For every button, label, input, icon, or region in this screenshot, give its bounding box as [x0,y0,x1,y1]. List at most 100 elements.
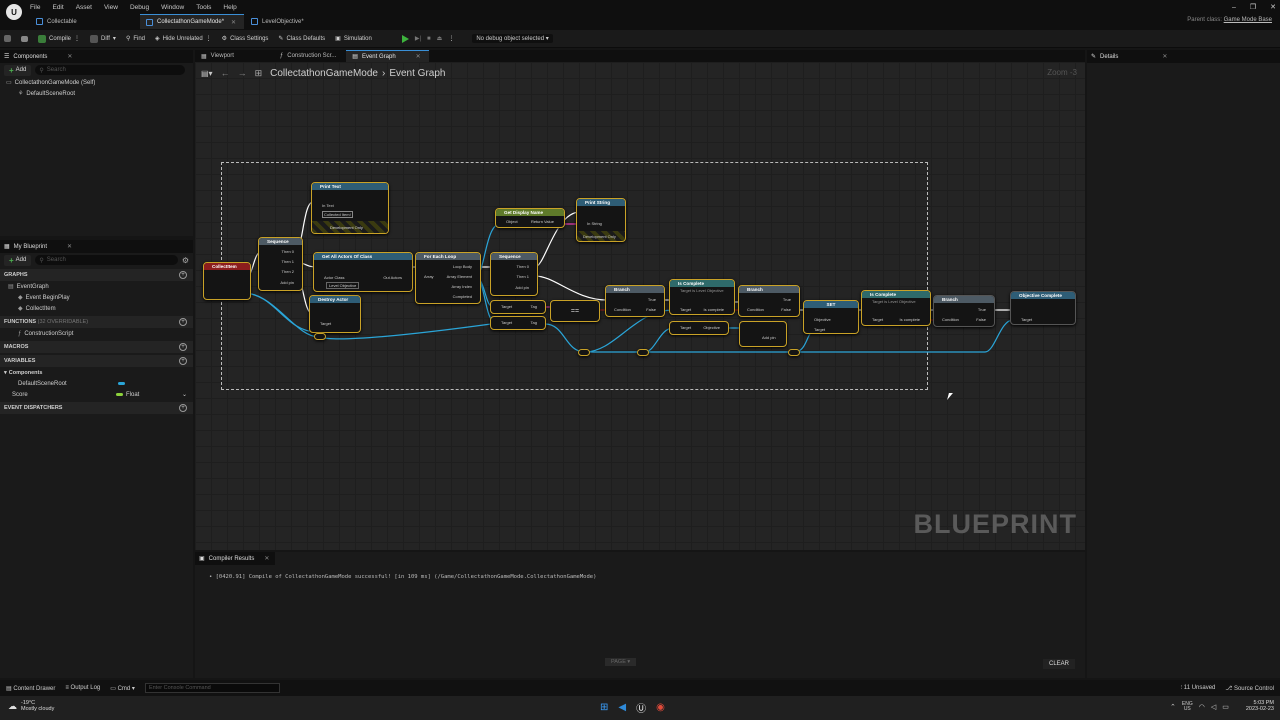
node-collectitem-event[interactable]: CollectItem [203,262,251,300]
node-objective-complete[interactable]: Objective Complete Target [1010,291,1076,325]
section-variables[interactable]: VARIABLES + [0,355,193,367]
menu-file[interactable]: File [30,4,40,11]
save-icon[interactable] [4,35,11,42]
close-icon[interactable]: ✕ [67,53,72,60]
node-for-each-loop[interactable]: For Each Loop Loop Body Array Array Elem… [415,252,481,304]
tab-event-graph[interactable]: ▤ Event Graph ✕ [346,50,429,62]
doc-tab-collectable[interactable]: Collectable [30,14,85,29]
hierarchy-icon[interactable]: ⊞ [255,68,263,79]
node-print-string[interactable]: Print String In String Development Only [576,198,626,242]
forward-arrow-icon[interactable]: → [238,68,247,78]
hide-unrelated-button[interactable]: ◈ Hide Unrelated ⋮ [155,35,212,43]
minimize-icon[interactable]: – [1232,4,1236,11]
windows-start-icon[interactable]: ⊞ [600,702,608,713]
output-log-button[interactable]: ≡ Output Log [65,685,100,691]
node-make-array[interactable]: Add pin [739,321,787,347]
clock[interactable]: 5:03 PM 2023-02-23 [1246,700,1274,712]
chevron-down-icon[interactable]: ⌄ [182,391,187,398]
node-get-display-name[interactable]: Get Display Name Object Return Value [495,208,565,228]
node-destroy-actor[interactable]: Destroy Actor Target [309,295,361,333]
add-pin-label[interactable]: Add pin [762,335,776,340]
component-defaultsceneroot[interactable]: ⚘ DefaultSceneRoot [0,88,193,99]
node-sequence-2[interactable]: Sequence Then 0 Then 1 Add pin [490,252,538,296]
menu-edit[interactable]: Edit [52,4,63,11]
tab-viewport[interactable]: ▦ Viewport [195,50,242,62]
node-is-complete-2[interactable]: Is Complete Target is Level Objective Ta… [861,290,931,326]
menu-debug[interactable]: Debug [130,4,149,11]
page-button[interactable]: PAGE ▾ [605,658,637,666]
more-options-icon[interactable]: ⋮ [448,35,454,42]
components-tab[interactable]: ☰ Components ✕ [0,50,193,63]
add-member-button[interactable]: + Add [4,254,32,266]
menu-help[interactable]: Help [223,4,236,11]
add-graph-icon[interactable]: + [179,271,187,279]
node-sequence-1[interactable]: Sequence Then 0 Then 1 Then 2 Add pin [258,237,303,291]
node-equals[interactable]: == [550,300,600,322]
back-arrow-icon[interactable]: ← [221,68,230,78]
my-blueprint-tab[interactable]: ▦ My Blueprint ✕ [0,240,193,253]
language-indicator[interactable]: ENG US [1182,702,1193,712]
battery-icon[interactable]: ▭ [1222,703,1229,711]
variable-defaultsceneroot[interactable]: DefaultSceneRoot [0,378,193,389]
node-get-objective[interactable]: Target Objective [669,321,729,335]
unsaved-button[interactable]: ⫶ 11 Unsaved [1181,685,1216,692]
menu-view[interactable]: View [104,4,118,11]
source-control-button[interactable]: ⎇ Source Control [1225,685,1274,692]
details-tab[interactable]: ✎ Details ✕ [1087,50,1280,63]
tray-chevron-icon[interactable]: ⌃ [1170,703,1176,711]
close-icon[interactable]: ✕ [67,243,72,250]
node-branch-3[interactable]: Branch True Condition False [933,295,995,327]
menu-window[interactable]: Window [161,4,184,11]
diff-button[interactable]: Diff ▾ [90,34,116,43]
compiler-results-tab[interactable]: ▣ Compiler Results ✕ [195,552,275,565]
node-branch-2[interactable]: Branch True Condition False [738,285,800,317]
breadcrumb-root[interactable]: CollectathonGameMode [270,68,378,79]
node-get-all-actors[interactable]: Get All Actors Of Class Actor Class Leve… [313,252,413,292]
close-icon[interactable]: ✕ [264,555,269,562]
section-macros[interactable]: MACROS + [0,341,193,353]
doc-tab-levelobjective[interactable]: LevelObjective* [245,14,312,29]
find-button[interactable]: ⚲ Find [126,35,145,43]
settings-gear-icon[interactable]: ⚙ [182,256,189,265]
simulation-button[interactable]: ▣ Simulation [335,35,372,43]
tab-construction-script[interactable]: ƒ Construction Scr... [274,50,344,62]
section-graphs[interactable]: GRAPHS + [0,269,193,281]
weather-widget[interactable]: ☁ -19°C Mostly cloudy [8,700,54,712]
graph-event-beginplay[interactable]: ◆ Event BeginPlay [0,292,193,303]
volume-icon[interactable]: ◁ [1211,703,1216,711]
browse-icon[interactable] [21,35,28,42]
unreal-taskbar-icon[interactable]: Ⓤ [636,700,646,715]
section-event-dispatchers[interactable]: EVENT DISPATCHERS + [0,402,193,414]
play-icon[interactable] [401,34,409,43]
node-get-tag-2[interactable]: Target Tag [490,316,546,330]
graph-menu-icon[interactable]: ▤▾ [201,69,213,78]
compile-button[interactable]: Compile ⋮ [38,34,80,43]
chrome-icon[interactable]: ◉ [656,702,665,713]
section-functions[interactable]: FUNCTIONS (32 OVERRIDABLE) + [0,316,193,328]
node-print-text[interactable]: Print Text In Text Collected Item! Devel… [311,182,389,234]
step-icon[interactable]: ▶| [415,35,421,42]
reroute-node[interactable] [788,349,800,356]
add-pin-label[interactable]: Add pin [280,280,294,285]
wifi-icon[interactable]: ◠ [1199,703,1205,711]
close-window-icon[interactable]: ✕ [1270,3,1276,11]
add-component-button[interactable]: + Add [4,64,32,76]
function-constructionscript[interactable]: ƒ ConstructionScript [0,328,193,339]
content-drawer-button[interactable]: ▤ Content Drawer [6,685,55,692]
stop-icon[interactable]: ■ [427,36,431,42]
graph-collectitem[interactable]: ◆ CollectItem [0,303,193,314]
menu-tools[interactable]: Tools [196,4,211,11]
actor-class-dropdown[interactable]: Level Objective [326,282,360,289]
class-settings-button[interactable]: ⚙ Class Settings [222,35,269,43]
text-value-field[interactable]: Collected Item! [322,211,353,218]
vscode-icon[interactable]: ◀ [618,702,626,713]
variable-score[interactable]: Score Float ⌄ [0,389,193,400]
console-input[interactable]: Enter Console Command [144,683,280,693]
add-macro-icon[interactable]: + [179,343,187,351]
node-get-tag-1[interactable]: Target Tag [490,300,546,314]
parent-class-link[interactable]: Game Mode Base [1224,17,1272,23]
reroute-node[interactable] [314,333,326,340]
debug-object-dropdown[interactable]: No debug object selected ▾ [472,34,553,43]
add-variable-icon[interactable]: + [179,357,187,365]
add-function-icon[interactable]: + [179,318,187,326]
